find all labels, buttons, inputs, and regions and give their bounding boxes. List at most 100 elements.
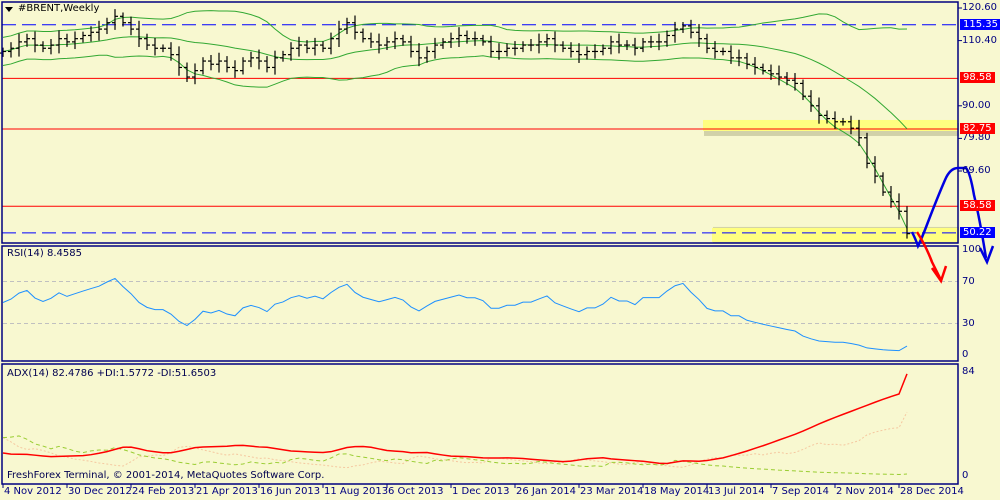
price-bar[interactable] bbox=[200, 57, 206, 75]
price-bar[interactable] bbox=[440, 38, 446, 49]
price-bar[interactable] bbox=[352, 15, 358, 40]
price-bar[interactable] bbox=[248, 51, 254, 68]
price-bar[interactable] bbox=[360, 28, 366, 43]
price-bar[interactable] bbox=[408, 35, 414, 58]
price-bar[interactable] bbox=[432, 37, 438, 59]
price-bar[interactable] bbox=[720, 47, 726, 56]
price-bar[interactable] bbox=[536, 33, 542, 54]
price-bar[interactable] bbox=[560, 41, 566, 53]
price-bar[interactable] bbox=[136, 20, 142, 47]
price-bar[interactable] bbox=[128, 16, 134, 36]
price-axis-tick: 120.60 bbox=[962, 2, 997, 13]
price-bar[interactable] bbox=[744, 52, 750, 70]
price-bar[interactable] bbox=[144, 33, 150, 51]
price-bar[interactable] bbox=[640, 38, 646, 53]
price-bar[interactable] bbox=[552, 31, 558, 53]
price-bar[interactable] bbox=[624, 40, 630, 51]
price-bar[interactable] bbox=[240, 57, 246, 75]
price-bar[interactable] bbox=[416, 43, 422, 67]
price-bar[interactable] bbox=[472, 31, 478, 46]
price-bar[interactable] bbox=[664, 30, 670, 47]
triangle-down-icon[interactable] bbox=[5, 7, 13, 12]
price-bar[interactable] bbox=[616, 33, 622, 54]
date-axis-label: 23 Mar 2014 bbox=[580, 486, 644, 497]
price-bar[interactable] bbox=[296, 36, 302, 57]
price-bar[interactable] bbox=[872, 156, 878, 184]
price-bar[interactable] bbox=[488, 35, 494, 58]
adx-axis-tick: 84 bbox=[962, 366, 975, 377]
price-bar[interactable] bbox=[208, 54, 214, 71]
price-bar[interactable] bbox=[272, 50, 278, 75]
price-bar[interactable] bbox=[880, 172, 886, 196]
adx-axis-tick: 0 bbox=[962, 470, 969, 481]
rsi-axis-tick: 100 bbox=[962, 244, 982, 255]
price-bar[interactable] bbox=[656, 33, 662, 51]
date-axis-label: 4 Nov 2012 bbox=[4, 486, 62, 497]
price-bar[interactable] bbox=[232, 60, 238, 78]
price-bar[interactable] bbox=[608, 35, 614, 55]
price-bar[interactable] bbox=[184, 62, 190, 82]
price-bar[interactable] bbox=[56, 30, 62, 54]
price-bar[interactable] bbox=[112, 9, 118, 30]
price-bar[interactable] bbox=[40, 41, 46, 53]
rsi-label: RSI(14) 8.4585 bbox=[7, 248, 82, 259]
price-bar[interactable] bbox=[264, 56, 270, 73]
price-bar[interactable] bbox=[152, 37, 158, 56]
price-bar[interactable] bbox=[104, 17, 110, 35]
price-bar[interactable] bbox=[32, 31, 38, 53]
price-bar[interactable] bbox=[168, 42, 174, 61]
chart-canvas[interactable] bbox=[0, 0, 1000, 500]
price-bar[interactable] bbox=[456, 27, 462, 47]
price-bar[interactable] bbox=[288, 42, 294, 61]
bollinger-middle-band bbox=[2, 36, 908, 130]
price-bar[interactable] bbox=[512, 41, 518, 56]
price-bar[interactable] bbox=[768, 64, 774, 80]
price-bar[interactable] bbox=[376, 33, 382, 54]
price-bar[interactable] bbox=[576, 43, 582, 63]
price-bar[interactable] bbox=[400, 34, 406, 46]
price-bar[interactable] bbox=[688, 19, 694, 39]
adx-line bbox=[2, 373, 908, 465]
price-bar[interactable] bbox=[504, 43, 510, 57]
price-bar[interactable] bbox=[280, 50, 286, 62]
price-level-tag: 115.35 bbox=[960, 18, 1000, 30]
price-bar[interactable] bbox=[520, 41, 526, 53]
price-bar[interactable] bbox=[320, 41, 326, 53]
price-bar[interactable] bbox=[448, 32, 454, 48]
price-bar[interactable] bbox=[424, 46, 430, 63]
price-bar[interactable] bbox=[216, 52, 222, 73]
date-axis-label: 2 Nov 2014 bbox=[836, 486, 894, 497]
price-bar[interactable] bbox=[328, 32, 334, 55]
price-bar[interactable] bbox=[888, 186, 894, 208]
price-bar[interactable] bbox=[368, 32, 374, 48]
date-axis-label: 26 Jan 2014 bbox=[516, 486, 576, 497]
price-bar[interactable] bbox=[48, 39, 54, 55]
date-axis-label: 28 Dec 2014 bbox=[900, 486, 964, 497]
price-bar[interactable] bbox=[736, 49, 742, 67]
price-bar[interactable] bbox=[16, 33, 22, 57]
price-bar[interactable] bbox=[72, 31, 78, 50]
price-bar[interactable] bbox=[776, 65, 782, 86]
adx-label: ADX(14) 82.4786 +DI:1.5772 -DI:51.6503 bbox=[7, 368, 217, 379]
chart-title: #BRENT,Weekly bbox=[18, 3, 100, 14]
price-bar[interactable] bbox=[792, 73, 798, 91]
price-bar[interactable] bbox=[680, 22, 686, 33]
price-axis-tick: 110.40 bbox=[962, 34, 997, 46]
minus-di-line bbox=[2, 411, 908, 469]
price-bar[interactable] bbox=[0, 47, 6, 57]
price-bar[interactable] bbox=[224, 56, 230, 73]
bollinger-lower-band bbox=[2, 54, 908, 229]
price-bar[interactable] bbox=[760, 63, 766, 75]
price-bar[interactable] bbox=[592, 44, 598, 59]
price-bar[interactable] bbox=[864, 132, 870, 169]
price-bar[interactable] bbox=[344, 17, 350, 35]
date-axis-label: 30 Dec 2012 bbox=[68, 486, 132, 497]
price-bar[interactable] bbox=[568, 42, 574, 58]
price-bar[interactable] bbox=[336, 20, 342, 47]
price-bar[interactable] bbox=[160, 44, 166, 53]
price-bar[interactable] bbox=[528, 39, 534, 52]
price-bar[interactable] bbox=[312, 37, 318, 56]
price-bar[interactable] bbox=[80, 31, 86, 43]
price-bar[interactable] bbox=[584, 46, 590, 60]
price-bar[interactable] bbox=[96, 20, 102, 41]
